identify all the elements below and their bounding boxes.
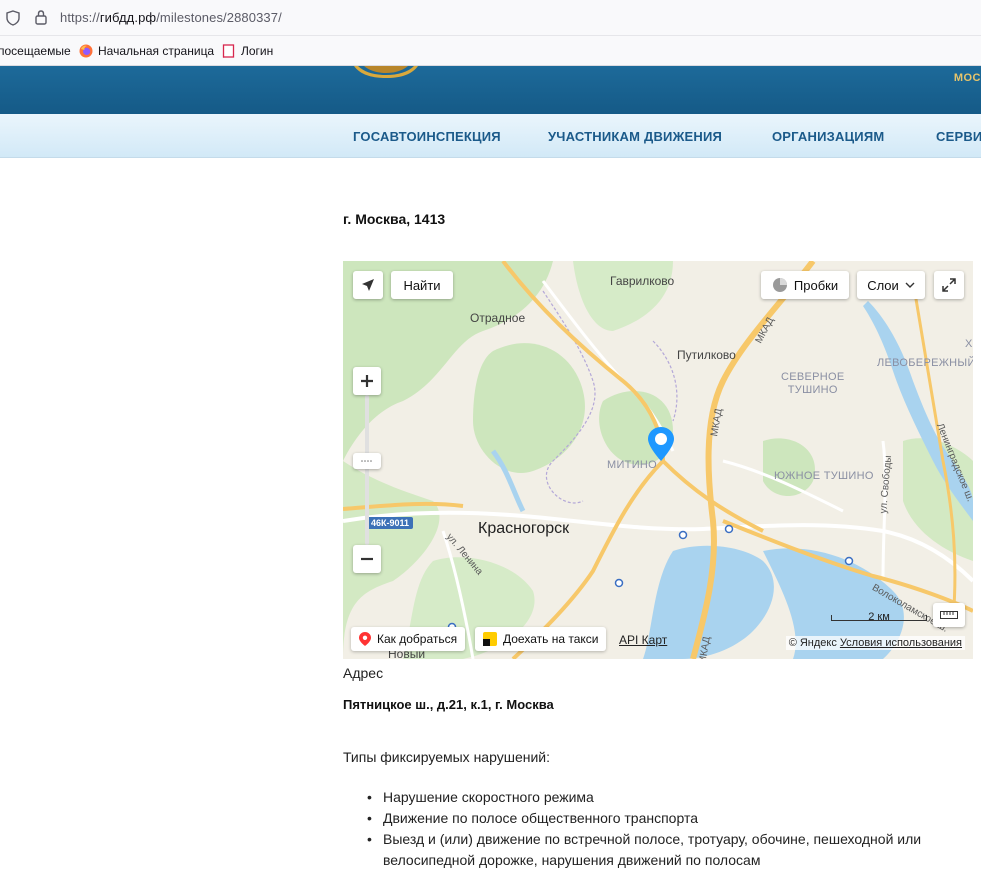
list-item: Нарушение скоростного режима: [367, 787, 973, 808]
traffic-light-icon: [772, 278, 787, 292]
bookmark-login[interactable]: Логин: [222, 44, 273, 58]
taxi-button[interactable]: Доехать на такси: [475, 627, 607, 651]
map-label-levoberezhny: ЛЕВОБЕРЕЖНЫЙ: [877, 357, 973, 369]
nav-road-users[interactable]: УЧАСТНИКАМ ДВИЖЕНИЯ: [548, 129, 722, 144]
bookmark-home-page[interactable]: Начальная страница: [79, 44, 214, 58]
bookmark-page-icon: [222, 44, 235, 58]
map-label-otradnoe: Отрадное: [470, 311, 526, 325]
main-nav: ГОСАВТОИНСПЕКЦИЯ УЧАСТНИКАМ ДВИЖЕНИЯ ОРГ…: [0, 114, 981, 158]
map-pin-icon: [359, 632, 371, 646]
list-item: Выезд и (или) движение по встречной поло…: [367, 829, 973, 871]
map-label-mitino: МИТИНО: [607, 459, 657, 471]
bookmarks-bar: посещаемые Начальная страница Логин: [0, 36, 981, 66]
terms-link[interactable]: Условия использования: [840, 637, 962, 649]
lock-icon[interactable]: [34, 9, 48, 25]
yandex-map[interactable]: Гаврилково Отрадное Путилково МКАД МКАД …: [343, 261, 973, 659]
map-copyright: © Яндекс Условия использования: [785, 636, 965, 650]
map-label-putilkovo: Путилково: [677, 348, 736, 362]
api-link[interactable]: API Карт: [619, 633, 667, 647]
chevron-down-icon: [905, 282, 915, 288]
navigation-arrow-icon: [362, 279, 374, 291]
layers-button[interactable]: Слои: [857, 271, 925, 299]
map-label-krasnogorsk: Красногорск: [478, 520, 570, 537]
shield-icon[interactable]: [6, 10, 20, 26]
map-background[interactable]: [343, 261, 973, 659]
grip-icon: [361, 460, 372, 462]
zoom-in-button[interactable]: [353, 367, 381, 395]
page-title: г. Москва, 1413: [343, 211, 446, 227]
zoom-slider-handle[interactable]: [353, 453, 381, 469]
address-bar[interactable]: https://гибдд.рф/milestones/2880337/: [0, 0, 981, 36]
road-badge: 46К-9011: [367, 517, 414, 529]
route-button[interactable]: Как добраться: [351, 627, 466, 651]
nav-gosavtoinspektsiya[interactable]: ГОСАВТОИНСПЕКЦИЯ: [353, 129, 501, 144]
emblem-icon: [354, 66, 418, 78]
map-label-yuzhnoe-tushino: ЮЖНОЕ ТУШИНО: [774, 470, 874, 482]
plus-icon: [361, 375, 373, 387]
expand-icon: [942, 278, 956, 292]
header-region-text: МОС: [953, 72, 981, 84]
violation-types-list: Нарушение скоростного режима Движение по…: [367, 787, 973, 871]
bookmark-most-visited[interactable]: посещаемые: [0, 44, 71, 58]
map-label-gavrilkovo: Гаврилково: [610, 274, 675, 288]
map-search-button[interactable]: Найти: [391, 271, 453, 299]
site-header: МОС: [0, 66, 981, 114]
map-label-kh: Х: [965, 338, 973, 350]
map-label-severnoe-tushino: СЕВЕРНОЕ ТУШИНО: [781, 371, 845, 396]
violation-types-label: Типы фиксируемых нарушений:: [343, 749, 550, 765]
firefox-icon: [79, 44, 93, 58]
url-text[interactable]: https://гибдд.рф/milestones/2880337/: [60, 10, 282, 25]
list-item: Движение по полосе общественного транспо…: [367, 808, 973, 829]
map-scale-bar: [831, 615, 927, 621]
taxi-icon: [483, 632, 497, 646]
nav-organizations[interactable]: ОРГАНИЗАЦИЯМ: [772, 129, 884, 144]
minus-icon: [361, 557, 373, 561]
fullscreen-button[interactable]: [934, 271, 964, 299]
geolocation-button[interactable]: [353, 271, 383, 299]
zoom-out-button[interactable]: [353, 545, 381, 573]
address-value: Пятницкое ш., д.21, к.1, г. Москва: [343, 697, 554, 712]
address-label: Адрес: [343, 665, 384, 681]
traffic-button[interactable]: Пробки: [761, 271, 849, 299]
ruler-button[interactable]: [933, 603, 965, 627]
zoom-slider-track[interactable]: [365, 395, 369, 545]
nav-services[interactable]: СЕРВИС: [936, 129, 981, 144]
ruler-icon: [940, 611, 958, 619]
